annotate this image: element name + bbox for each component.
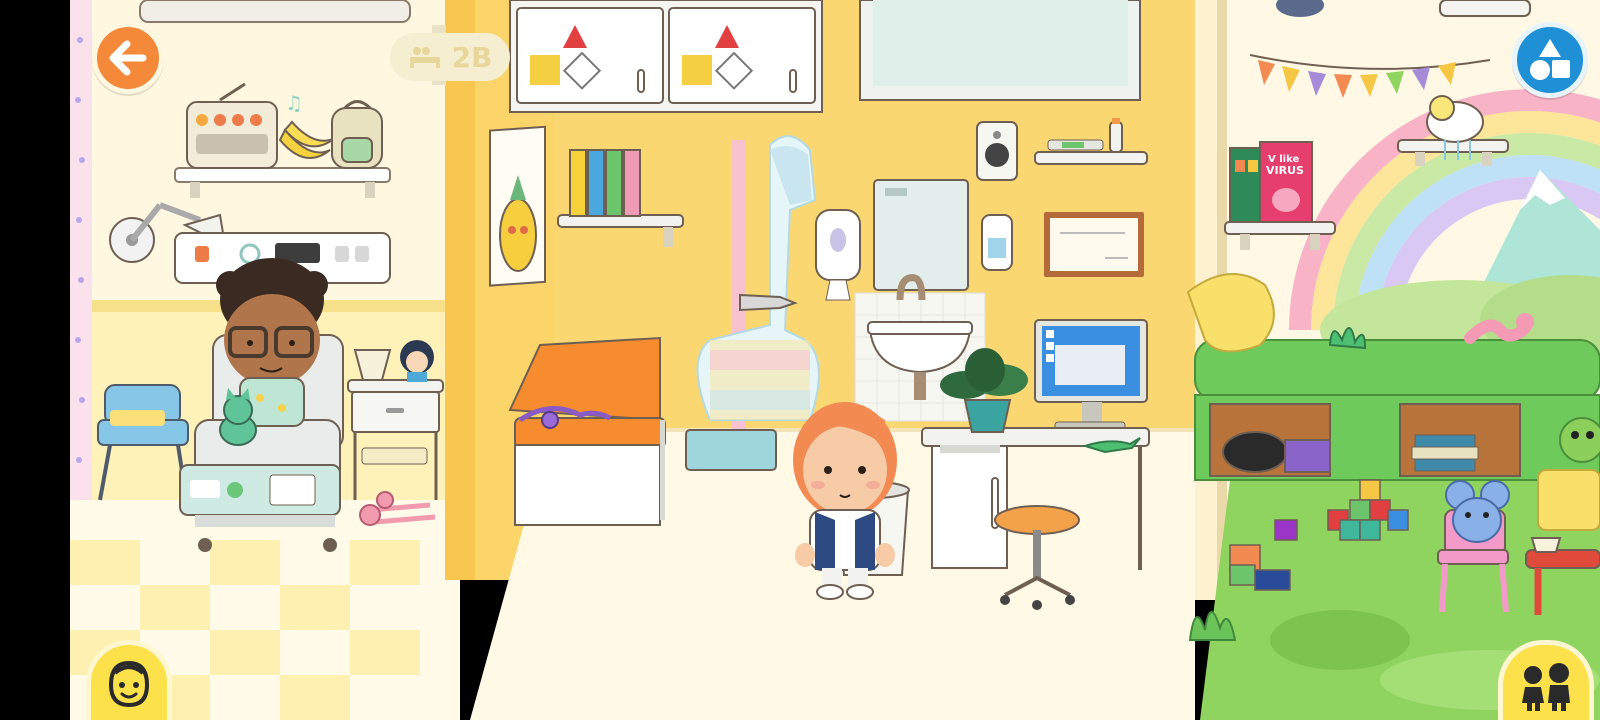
ceiling-light	[139, 0, 411, 23]
backpack[interactable]	[331, 100, 383, 169]
certificate[interactable]	[1044, 212, 1144, 277]
room-number-tag: 2B	[390, 33, 510, 81]
green-cubby-bench[interactable]	[1194, 339, 1600, 481]
scene-canvas: ♫ V like VIRUS	[70, 0, 1600, 720]
ward-shelf	[174, 167, 391, 183]
soap-dispenser[interactable]	[981, 214, 1013, 271]
book-title-line2: VIRUS	[1266, 164, 1304, 177]
yellow-chair[interactable]	[1537, 469, 1600, 531]
mirror	[873, 179, 969, 291]
shapes-icon	[1530, 39, 1570, 80]
arrow-left-icon	[109, 40, 147, 76]
green-monster-toy[interactable]	[1559, 417, 1600, 463]
family-button[interactable]	[1498, 640, 1594, 720]
speaker[interactable]	[976, 121, 1018, 181]
upper-cabinets[interactable]	[509, 0, 823, 113]
door-pillar	[445, 0, 475, 580]
game-screen: ♫ V like VIRUS 2B	[0, 0, 1600, 720]
shapes-button[interactable]	[1512, 22, 1588, 98]
music-note-icon: ♫	[285, 91, 303, 115]
ceiling-light-right	[1439, 0, 1531, 17]
exam-table[interactable]	[508, 336, 666, 526]
left-black-bar	[0, 0, 70, 720]
two-people-icon	[1522, 663, 1570, 711]
character-button[interactable]	[86, 640, 172, 720]
room-number-label: 2B	[451, 40, 493, 74]
pineapple-poster[interactable]	[489, 125, 546, 287]
bed-icon	[409, 47, 440, 68]
back-button[interactable]	[92, 22, 164, 94]
smiley-face-icon	[108, 660, 150, 708]
hospital-scene: ♫ V like VIRUS 2B	[70, 0, 1600, 720]
